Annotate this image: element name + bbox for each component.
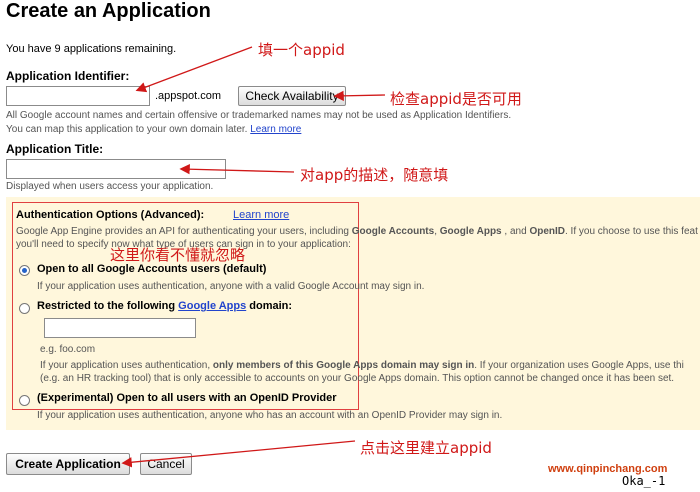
annotation-arrows bbox=[121, 46, 386, 468]
watermark-tag: Oka_-1 bbox=[622, 474, 666, 488]
